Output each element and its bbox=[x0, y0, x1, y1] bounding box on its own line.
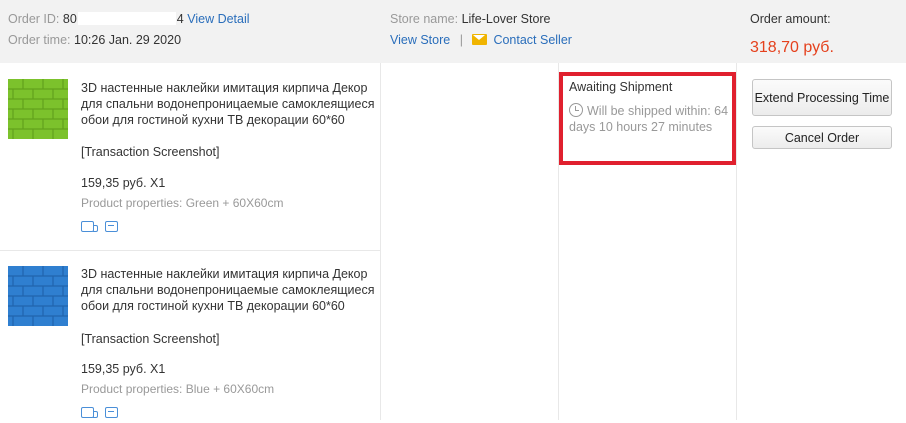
cancel-order-button[interactable]: Cancel Order bbox=[752, 126, 892, 149]
order-id-label: Order ID: bbox=[8, 12, 60, 26]
product-properties: Product properties: Green + 60X60cm bbox=[81, 196, 284, 210]
product-price: 159,35 руб. X1 bbox=[81, 362, 166, 376]
column-divider bbox=[736, 63, 737, 420]
product-title[interactable]: 3D настенные наклейки имитация кирпича Д… bbox=[81, 80, 381, 128]
order-status-title: Awaiting Shipment bbox=[569, 80, 673, 94]
extend-processing-time-button[interactable]: Extend Processing Time bbox=[752, 79, 892, 116]
product-thumbnail-green[interactable] bbox=[8, 79, 68, 139]
store-name-line: Store name: Life-Lover Store bbox=[390, 12, 551, 26]
link-separator: | bbox=[459, 33, 463, 47]
product-divider bbox=[0, 250, 380, 251]
store-name-value: Life-Lover Store bbox=[461, 12, 551, 26]
product-properties: Product properties: Blue + 60X60cm bbox=[81, 382, 275, 396]
return-icon[interactable] bbox=[105, 407, 119, 418]
product-icons bbox=[81, 219, 125, 237]
order-time-line: Order time: 10:26 Jan. 29 2020 bbox=[8, 33, 181, 47]
order-time-label: Order time: bbox=[8, 33, 71, 47]
order-id-line: Order ID: 80 4 View Detail bbox=[8, 12, 250, 26]
return-icon[interactable] bbox=[105, 221, 119, 232]
redacted-order-id bbox=[77, 12, 176, 25]
transaction-screenshot-link[interactable]: [Transaction Screenshot] bbox=[81, 332, 220, 346]
store-links: View Store | Contact Seller bbox=[390, 33, 572, 47]
truck-icon[interactable] bbox=[81, 221, 98, 232]
view-detail-link[interactable]: View Detail bbox=[187, 12, 249, 26]
truck-icon[interactable] bbox=[81, 407, 98, 418]
order-amount-label: Order amount: bbox=[750, 12, 831, 26]
clock-icon bbox=[569, 103, 583, 117]
contact-seller-link[interactable]: Contact Seller bbox=[493, 33, 572, 47]
order-amount-label-line: Order amount: bbox=[750, 12, 831, 26]
transaction-screenshot-link[interactable]: [Transaction Screenshot] bbox=[81, 145, 220, 159]
shipping-countdown-text: Will be shipped within: 64 days 10 hours… bbox=[569, 104, 729, 134]
product-icons bbox=[81, 405, 125, 423]
view-store-link[interactable]: View Store bbox=[390, 33, 450, 47]
order-id-prefix: 80 bbox=[62, 12, 77, 26]
store-name-label: Store name: bbox=[390, 12, 459, 26]
product-title[interactable]: 3D настенные наклейки имитация кирпича Д… bbox=[81, 266, 381, 314]
product-thumbnail-blue[interactable] bbox=[8, 266, 68, 326]
shipping-countdown: Will be shipped within: 64 days 10 hours… bbox=[569, 103, 734, 135]
order-id-suffix: 4 bbox=[176, 12, 184, 26]
product-price: 159,35 руб. X1 bbox=[81, 176, 166, 190]
order-amount-value: 318,70 руб. bbox=[750, 39, 834, 56]
mail-icon[interactable] bbox=[472, 34, 488, 45]
order-time-value: 10:26 Jan. 29 2020 bbox=[74, 33, 182, 47]
